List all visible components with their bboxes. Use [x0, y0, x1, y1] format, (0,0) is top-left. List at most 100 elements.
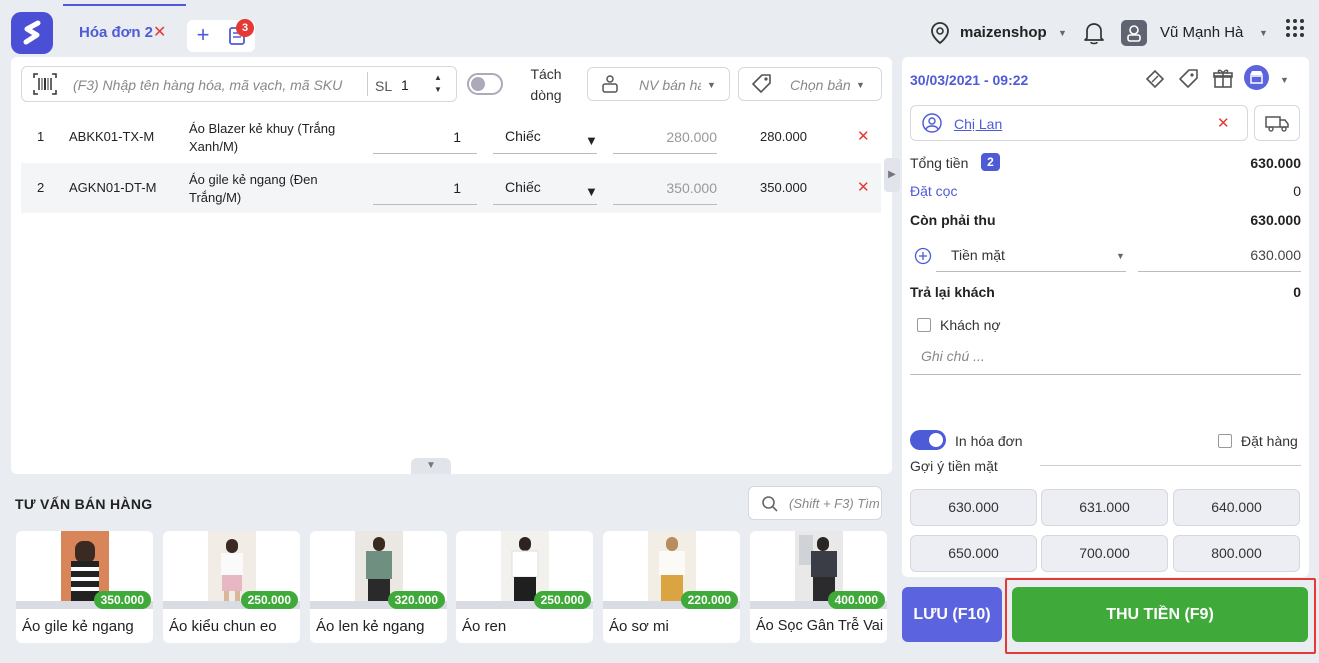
product-price-badge: 250.000 [240, 591, 298, 609]
receipt-count-badge: 3 [236, 19, 254, 37]
store-icon[interactable] [1244, 65, 1269, 90]
clear-customer-icon[interactable]: ✕ [1217, 114, 1230, 132]
payment-method-select[interactable]: Tiền mặt [951, 247, 1005, 263]
debt-checkbox[interactable] [917, 318, 931, 332]
payment-method-chevron-icon[interactable]: ▼ [1116, 251, 1125, 261]
shop-chevron-down-icon[interactable]: ▼ [1058, 28, 1067, 38]
save-button[interactable]: LƯU (F10) [902, 587, 1002, 642]
expand-right-icon[interactable]: ▶ [884, 158, 900, 192]
seller-placeholder[interactable]: NV bán hà [639, 77, 701, 93]
customer-icon [921, 112, 943, 134]
divider [936, 271, 1126, 272]
row-qty-input[interactable]: 1 [373, 129, 461, 145]
delete-row-icon[interactable]: ✕ [857, 127, 870, 145]
cash-suggest-button[interactable]: 700.000 [1041, 535, 1168, 572]
more-options-chevron-icon[interactable]: ▼ [1280, 75, 1289, 85]
unit-chevron-down-icon[interactable]: ▼ [585, 184, 598, 199]
voucher-tag-icon[interactable] [1177, 67, 1201, 91]
table-row[interactable]: 2 AGKN01-DT-M Áo gile kẻ ngang (Đen Trắn… [21, 163, 881, 213]
user-avatar-icon[interactable] [1121, 20, 1147, 46]
row-unit-select[interactable]: Chiếc [505, 179, 541, 195]
table-row[interactable]: 1 ABKK01-TX-M Áo Blazer kẻ khuy (Trắng X… [21, 112, 881, 162]
print-invoice-label: In hóa đơn [955, 433, 1023, 449]
row-product-name[interactable]: Áo Blazer kẻ khuy (Trắng Xanh/M) [189, 120, 339, 156]
user-name[interactable]: Vũ Mạnh Hà [1160, 24, 1243, 41]
apps-grid-icon[interactable] [1285, 18, 1305, 38]
seller-chevron-down-icon[interactable]: ▼ [707, 80, 716, 90]
row-price-input[interactable]: 350.000 [613, 180, 717, 196]
delete-row-icon[interactable]: ✕ [857, 178, 870, 196]
product-price-badge: 320.000 [387, 591, 445, 609]
item-count-badge: 2 [981, 153, 1000, 171]
collapse-toggle-icon[interactable]: ▼ [411, 458, 451, 474]
cash-suggest-button[interactable]: 650.000 [910, 535, 1037, 572]
price-list-chevron-down-icon[interactable]: ▼ [856, 80, 865, 90]
seller-icon [599, 73, 621, 95]
shop-selector[interactable]: maizenshop [960, 24, 1047, 41]
delivery-truck-icon [1265, 116, 1289, 132]
remaining-label: Còn phải thu [910, 212, 996, 228]
pay-button[interactable]: THU TIỀN (F9) [1012, 587, 1308, 642]
delivery-button[interactable] [1254, 105, 1300, 141]
product-card[interactable]: 350.000 Áo gile kẻ ngang [16, 531, 153, 643]
change-label: Trả lại khách [910, 284, 995, 300]
user-chevron-down-icon[interactable]: ▼ [1259, 28, 1268, 38]
product-card[interactable]: 320.000 Áo len kẻ ngang [310, 531, 447, 643]
gift-icon[interactable] [1211, 66, 1235, 90]
row-unit-select[interactable]: Chiếc [505, 128, 541, 144]
product-card[interactable]: 220.000 Áo sơ mi [603, 531, 740, 643]
product-name: Áo gile kẻ ngang [22, 618, 134, 635]
product-price-badge: 400.000 [827, 591, 885, 609]
add-tab-button[interactable]: + [187, 20, 219, 52]
note-input[interactable]: Ghi chú ... [921, 348, 985, 364]
row-product-name[interactable]: Áo gile kẻ ngang (Đen Trắng/M) [189, 171, 339, 207]
tab-close-icon[interactable]: ✕ [153, 22, 166, 42]
discount-coupon-icon[interactable] [1143, 67, 1167, 91]
product-name: Áo kiểu chun eo [169, 618, 277, 635]
product-card[interactable]: 250.000 Áo kiểu chun eo [163, 531, 300, 643]
deposit-label[interactable]: Đặt cọc [910, 183, 957, 199]
add-payment-icon[interactable] [914, 247, 932, 265]
order-label: Đặt hàng [1241, 433, 1298, 449]
row-price-input[interactable]: 280.000 [613, 129, 717, 145]
qty-label: SL [375, 78, 393, 94]
split-line-label: Tách dòng [530, 66, 562, 103]
product-price-badge: 250.000 [533, 591, 591, 609]
search-icon [762, 496, 778, 512]
location-pin-icon [930, 21, 950, 45]
divider [1138, 271, 1301, 272]
row-index: 1 [37, 129, 45, 144]
invoice-datetime[interactable]: 30/03/2021 - 09:22 [910, 72, 1028, 88]
cash-suggest-button[interactable]: 631.000 [1041, 489, 1168, 526]
price-tag-icon [750, 72, 774, 96]
divider [910, 374, 1301, 375]
row-qty-input[interactable]: 1 [373, 180, 461, 196]
qty-input[interactable]: 1 [401, 77, 409, 93]
product-search-placeholder[interactable]: (F3) Nhập tên hàng hóa, mã vạch, mã SKU [73, 77, 342, 93]
payment-amount-input[interactable]: 630.000 [1181, 247, 1301, 263]
row-index: 2 [37, 180, 45, 195]
notification-bell-icon[interactable] [1082, 20, 1106, 46]
remaining-value: 630.000 [1250, 212, 1301, 228]
split-line-toggle[interactable] [467, 73, 503, 95]
app-logo[interactable] [11, 12, 53, 54]
tab-invoice-title[interactable]: Hóa đơn 2 [79, 24, 153, 41]
cash-suggest-button[interactable]: 800.000 [1173, 535, 1300, 572]
price-list-placeholder[interactable]: Chọn bản [790, 77, 852, 93]
cash-suggest-button[interactable]: 640.000 [1173, 489, 1300, 526]
product-name: Áo sơ mi [609, 618, 669, 635]
debt-label: Khách nợ [940, 317, 1001, 333]
row-total: 280.000 [760, 129, 807, 144]
unit-chevron-down-icon[interactable]: ▼ [585, 133, 598, 148]
qty-stepper-icon[interactable]: ▲ ▼ [434, 72, 442, 96]
product-card[interactable]: 400.000 Áo Sọc Gân Trễ Vai [750, 531, 887, 643]
suggestion-search-placeholder[interactable]: (Shift + F3) Tìm [789, 496, 879, 511]
barcode-icon[interactable] [32, 72, 58, 96]
suggestion-search-input[interactable]: (Shift + F3) Tìm [748, 486, 882, 520]
sales-suggestion-title: TƯ VẤN BÁN HÀNG [15, 496, 153, 512]
print-invoice-toggle[interactable] [910, 430, 946, 450]
product-card[interactable]: 250.000 Áo ren [456, 531, 593, 643]
cash-suggest-button[interactable]: 630.000 [910, 489, 1037, 526]
order-checkbox[interactable] [1218, 434, 1232, 448]
customer-name-link[interactable]: Chị Lan [954, 116, 1002, 132]
